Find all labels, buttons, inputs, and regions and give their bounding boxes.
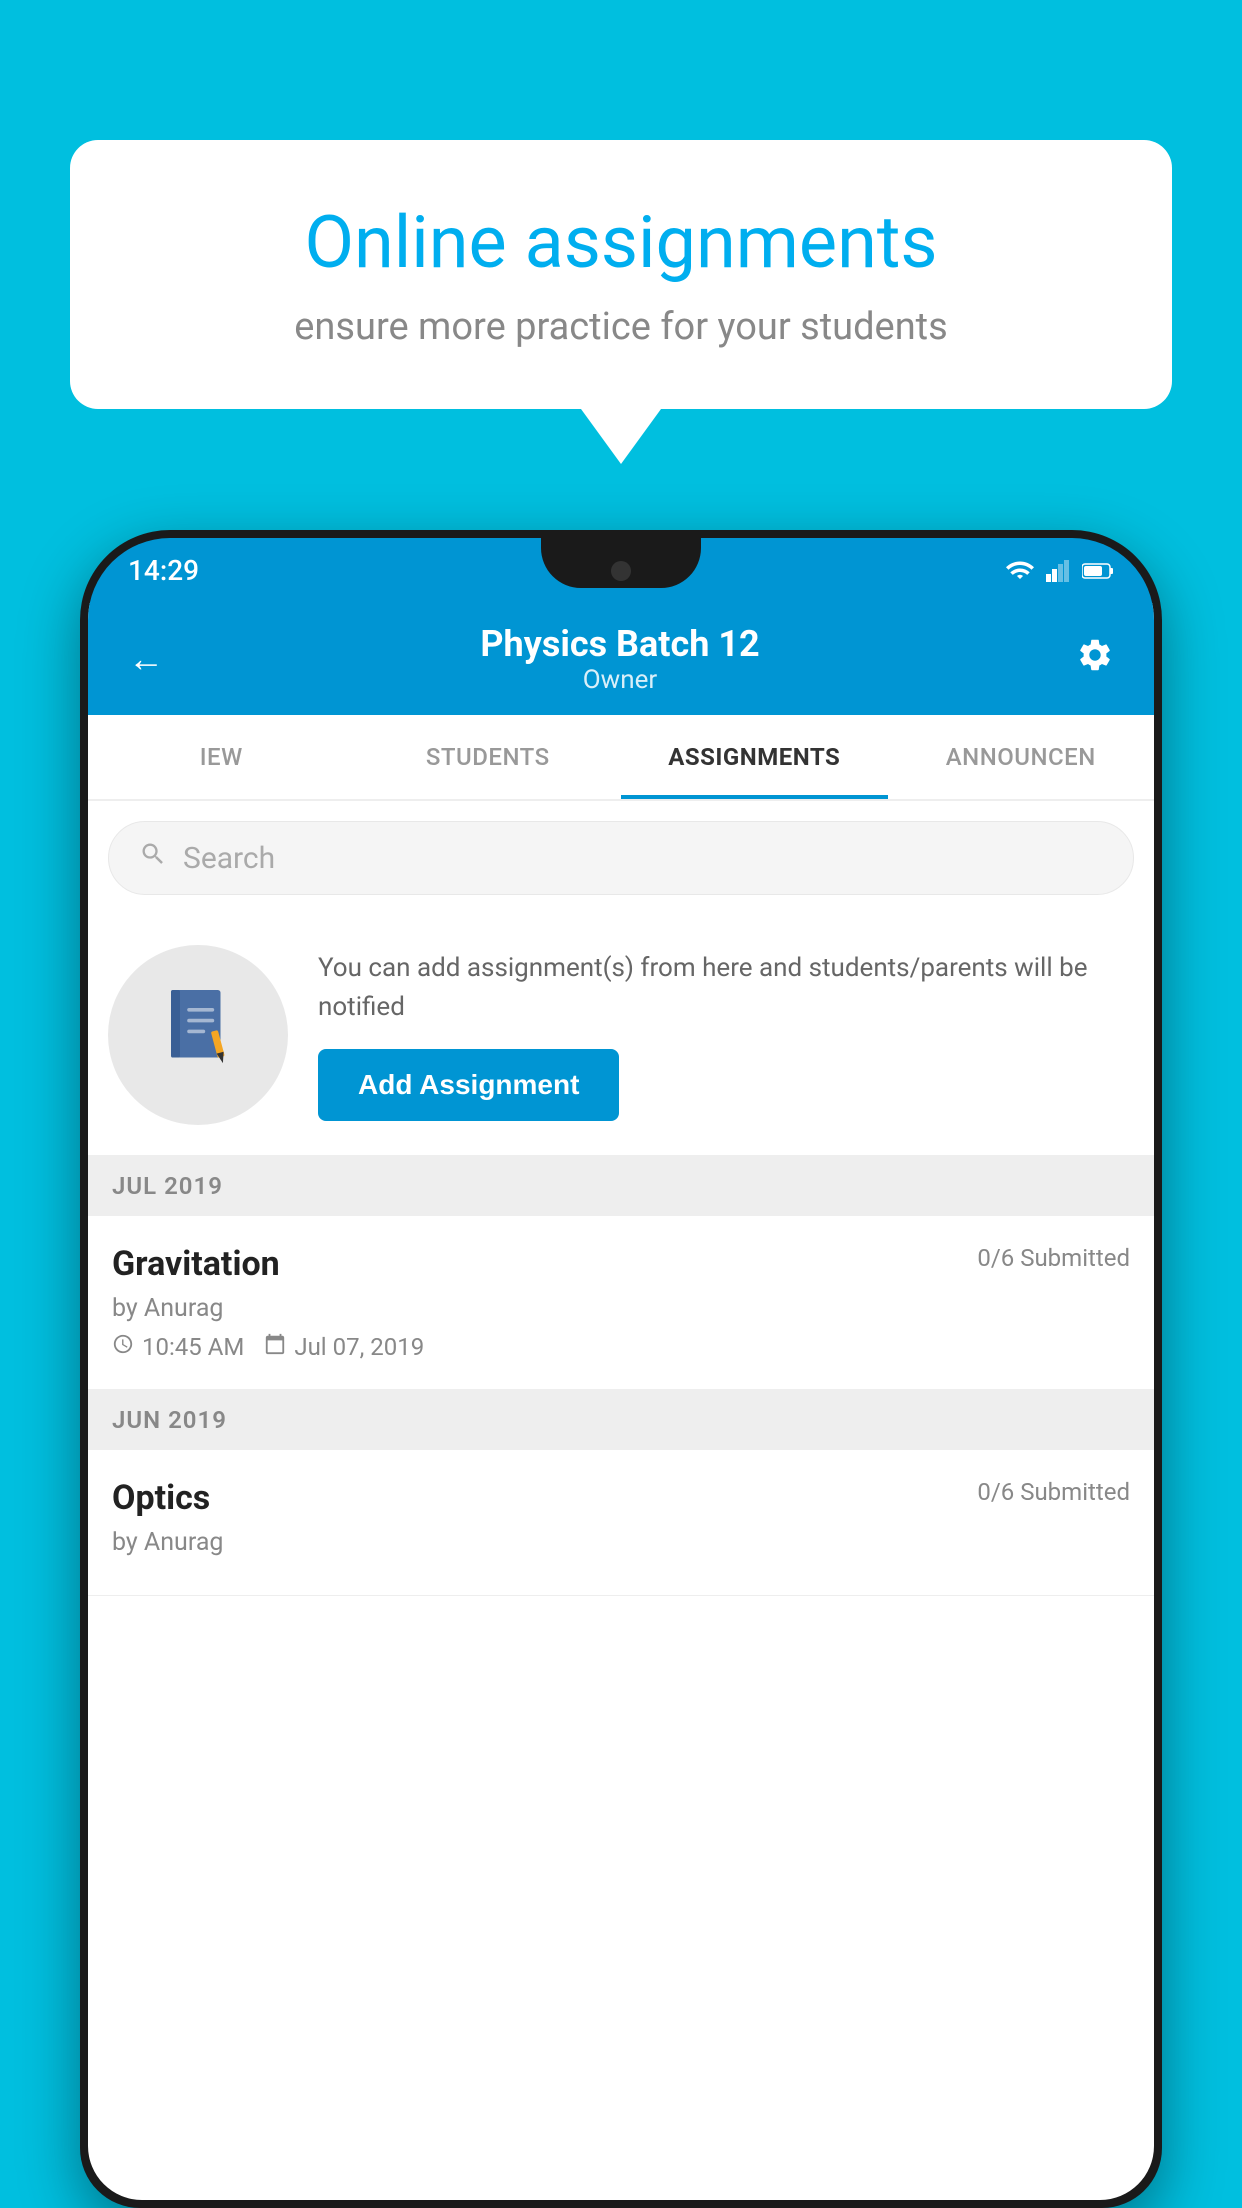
tab-assignments[interactable]: ASSIGNMENTS: [621, 715, 888, 799]
header-title-group: Physics Batch 12 Owner: [164, 623, 1076, 695]
notch: [541, 538, 701, 588]
assignment-title-optics: Optics: [112, 1478, 210, 1518]
search-placeholder: Search: [183, 841, 275, 876]
speech-bubble-subtitle: ensure more practice for your students: [140, 305, 1102, 349]
assignment-item-gravitation[interactable]: Gravitation 0/6 Submitted by Anurag 10:4…: [88, 1216, 1154, 1390]
screen-body: ← Physics Batch 12 Owner IEW STUDENTS: [88, 603, 1154, 2200]
assignment-date-gravitation: Jul 07, 2019: [264, 1333, 424, 1361]
clock-icon: [112, 1333, 134, 1361]
settings-button[interactable]: [1076, 636, 1114, 683]
assignment-submitted-gravitation: 0/6 Submitted: [977, 1244, 1130, 1272]
add-assignment-button[interactable]: Add Assignment: [318, 1049, 619, 1121]
magnifier-icon: [139, 840, 167, 868]
assignment-time-gravitation: 10:45 AM: [112, 1333, 244, 1361]
tab-iew[interactable]: IEW: [88, 715, 355, 799]
section-header-jul: JUL 2019: [88, 1156, 1154, 1216]
section-header-jun: JUN 2019: [88, 1390, 1154, 1450]
clock-svg: [112, 1333, 134, 1355]
app-header: ← Physics Batch 12 Owner: [88, 603, 1154, 715]
gear-icon: [1076, 636, 1114, 674]
calendar-svg: [264, 1333, 286, 1355]
camera-dot: [611, 561, 631, 581]
assignment-meta-gravitation: 10:45 AM Jul 07, 2019: [112, 1333, 1130, 1361]
speech-bubble-arrow: [581, 409, 661, 464]
promo-icon-circle: [108, 945, 288, 1125]
status-icons: [1006, 560, 1114, 582]
promo-text: You can add assignment(s) from here and …: [318, 949, 1134, 1027]
promo-content: You can add assignment(s) from here and …: [318, 949, 1134, 1121]
assignment-item-optics[interactable]: Optics 0/6 Submitted by Anurag: [88, 1450, 1154, 1596]
back-button[interactable]: ←: [128, 638, 164, 680]
promo-section: You can add assignment(s) from here and …: [88, 915, 1154, 1156]
signal-icon: [1046, 560, 1070, 582]
header-title: Physics Batch 12: [164, 623, 1076, 665]
tab-students[interactable]: STUDENTS: [355, 715, 622, 799]
assignment-author-optics: by Anurag: [112, 1528, 1130, 1557]
assignment-top-optics: Optics 0/6 Submitted: [112, 1478, 1130, 1518]
notebook-icon: [153, 981, 243, 1089]
phone-inner: 14:29: [88, 538, 1154, 2200]
assignment-title-gravitation: Gravitation: [112, 1244, 280, 1284]
date-value-gravitation: Jul 07, 2019: [294, 1333, 424, 1361]
calendar-icon: [264, 1333, 286, 1361]
status-time: 14:29: [128, 554, 199, 587]
time-value-gravitation: 10:45 AM: [142, 1333, 244, 1361]
search-bar[interactable]: Search: [108, 821, 1134, 895]
status-bar: 14:29: [88, 538, 1154, 603]
tabs: IEW STUDENTS ASSIGNMENTS ANNOUNCEN: [88, 715, 1154, 801]
assignment-top: Gravitation 0/6 Submitted: [112, 1244, 1130, 1284]
speech-bubble-title: Online assignments: [140, 200, 1102, 285]
battery-icon: [1082, 562, 1114, 580]
header-subtitle: Owner: [164, 665, 1076, 695]
phone-frame: 14:29: [80, 530, 1162, 2208]
assignment-author-gravitation: by Anurag: [112, 1294, 1130, 1323]
wifi-icon: [1006, 560, 1034, 582]
speech-bubble: Online assignments ensure more practice …: [70, 140, 1172, 409]
tab-announcements[interactable]: ANNOUNCEN: [888, 715, 1155, 799]
assignment-submitted-optics: 0/6 Submitted: [977, 1478, 1130, 1506]
search-icon: [139, 840, 167, 876]
speech-bubble-container: Online assignments ensure more practice …: [70, 140, 1172, 464]
notebook-svg: [153, 981, 243, 1071]
